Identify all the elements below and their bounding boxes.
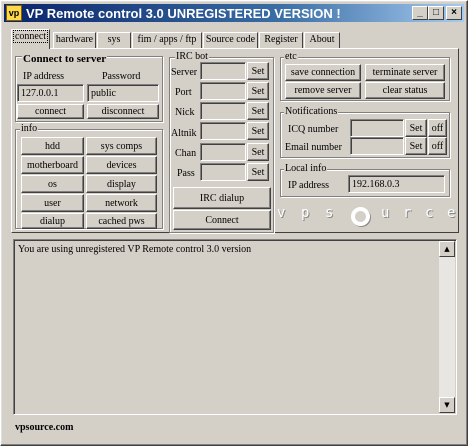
tab-hardware[interactable]: hardware [53,32,96,48]
local-ip-label: IP address [288,180,330,191]
remove-server-button[interactable]: remove server [285,82,361,99]
email-set-button[interactable]: Set [405,137,427,155]
irc-nick-set-button[interactable]: Set [247,102,269,120]
irc-pass-label: Pass [177,168,195,179]
icq-set-button[interactable]: Set [405,119,427,137]
save-connection-button[interactable]: save connection [285,64,361,81]
icq-number-label: ICQ number [288,124,339,135]
notifications-title: Notifications [284,106,339,117]
close-button[interactable]: × [446,6,462,20]
irc-port-label: Port [175,87,192,98]
etc-title: etc [284,51,298,62]
status-log[interactable]: You are using unregistered VP Remote con… [13,239,457,415]
footer-url: vpsource.com [15,422,74,433]
motherboard-button[interactable]: motherboard [21,156,84,174]
irc-pass-input[interactable] [200,163,246,181]
vpsource-logo: v p s u r c e [277,205,459,227]
dialup-button[interactable]: dialup [21,213,84,229]
irc-chan-label: Chan [175,148,197,159]
cached-pws-button[interactable]: cached pws [86,213,157,229]
irc-server-label: Server [171,67,198,78]
irc-altnik-label: Altnik [171,128,197,139]
window-title: VP Remote control 3.0 UNREGISTERED VERSI… [26,6,341,21]
email-number-input[interactable] [350,137,404,155]
logo-letter-r: r [403,205,412,221]
ip-address-label: IP address [23,71,65,82]
logo-letter-e: e [447,205,456,221]
icq-number-input[interactable] [350,119,404,137]
app-icon: vp [6,5,22,21]
clear-status-button[interactable]: clear status [365,82,445,99]
logo-letter-p: p [301,205,310,221]
disconnect-button[interactable]: disconnect [87,104,159,119]
log-scrollbar[interactable]: ▲ ▼ [439,241,455,413]
irc-nick-label: Nick [175,107,195,118]
irc-server-input[interactable] [200,62,246,80]
tab-about[interactable]: About [304,32,340,48]
scroll-up-icon[interactable]: ▲ [439,241,455,257]
logo-circle-icon [351,207,370,226]
irc-connect-button[interactable]: Connect [173,210,271,230]
irc-chan-input[interactable] [200,143,246,161]
app-window: vp VP Remote control 3.0 UNREGISTERED VE… [0,0,468,446]
local-ip-value: 192.168.0.3 [348,175,445,193]
os-button[interactable]: os [21,175,84,193]
irc-bot-title: IRC bot [175,51,209,62]
network-button[interactable]: network [86,194,157,212]
maximize-button[interactable]: □ [428,6,444,20]
devices-button[interactable]: devices [86,156,157,174]
terminate-server-button[interactable]: terminate server [365,64,445,81]
irc-pass-set-button[interactable]: Set [247,163,269,181]
info-title: info [20,123,39,134]
server-ip-input[interactable]: 127.0.0.1 [17,84,84,102]
irc-altnik-input[interactable] [200,122,246,140]
logo-letter-c: c [425,205,434,221]
irc-altnik-set-button[interactable]: Set [247,122,269,140]
display-button[interactable]: display [86,175,157,193]
scroll-down-icon[interactable]: ▼ [439,397,455,413]
irc-server-set-button[interactable]: Set [247,62,269,80]
logo-letter-s: s [325,205,334,221]
logo-letter-v: v [277,205,286,221]
irc-port-input[interactable] [200,82,246,100]
status-log-text: You are using unregistered VP Remote con… [18,244,252,255]
password-label: Password [102,71,141,82]
sys-comps-button[interactable]: sys comps [86,137,157,155]
irc-chan-set-button[interactable]: Set [247,143,269,161]
user-button[interactable]: user [21,194,84,212]
irc-nick-input[interactable] [200,102,246,120]
tab-fim-apps-ftp[interactable]: fim / apps / ftp [132,32,202,48]
tab-register[interactable]: Register [259,32,303,48]
minimize-button[interactable]: _ [412,6,428,20]
tab-connect[interactable]: connect [11,29,50,49]
tab-source-code[interactable]: Source code [203,32,258,48]
connect-server-title: Connect to server [22,53,108,65]
tab-sys[interactable]: sys [97,32,131,48]
icq-off-button[interactable]: off [428,119,447,137]
connect-button[interactable]: connect [17,104,84,119]
irc-port-set-button[interactable]: Set [247,82,269,100]
email-number-label: Email number [285,142,342,153]
hdd-button[interactable]: hdd [21,137,84,155]
logo-letter-u: u [381,205,390,221]
local-info-title: Local info [284,163,328,174]
title-bar[interactable]: vp VP Remote control 3.0 UNREGISTERED VE… [4,4,464,22]
irc-dialup-button[interactable]: IRC dialup [173,187,271,209]
email-off-button[interactable]: off [428,137,447,155]
server-password-input[interactable]: public [87,84,159,102]
